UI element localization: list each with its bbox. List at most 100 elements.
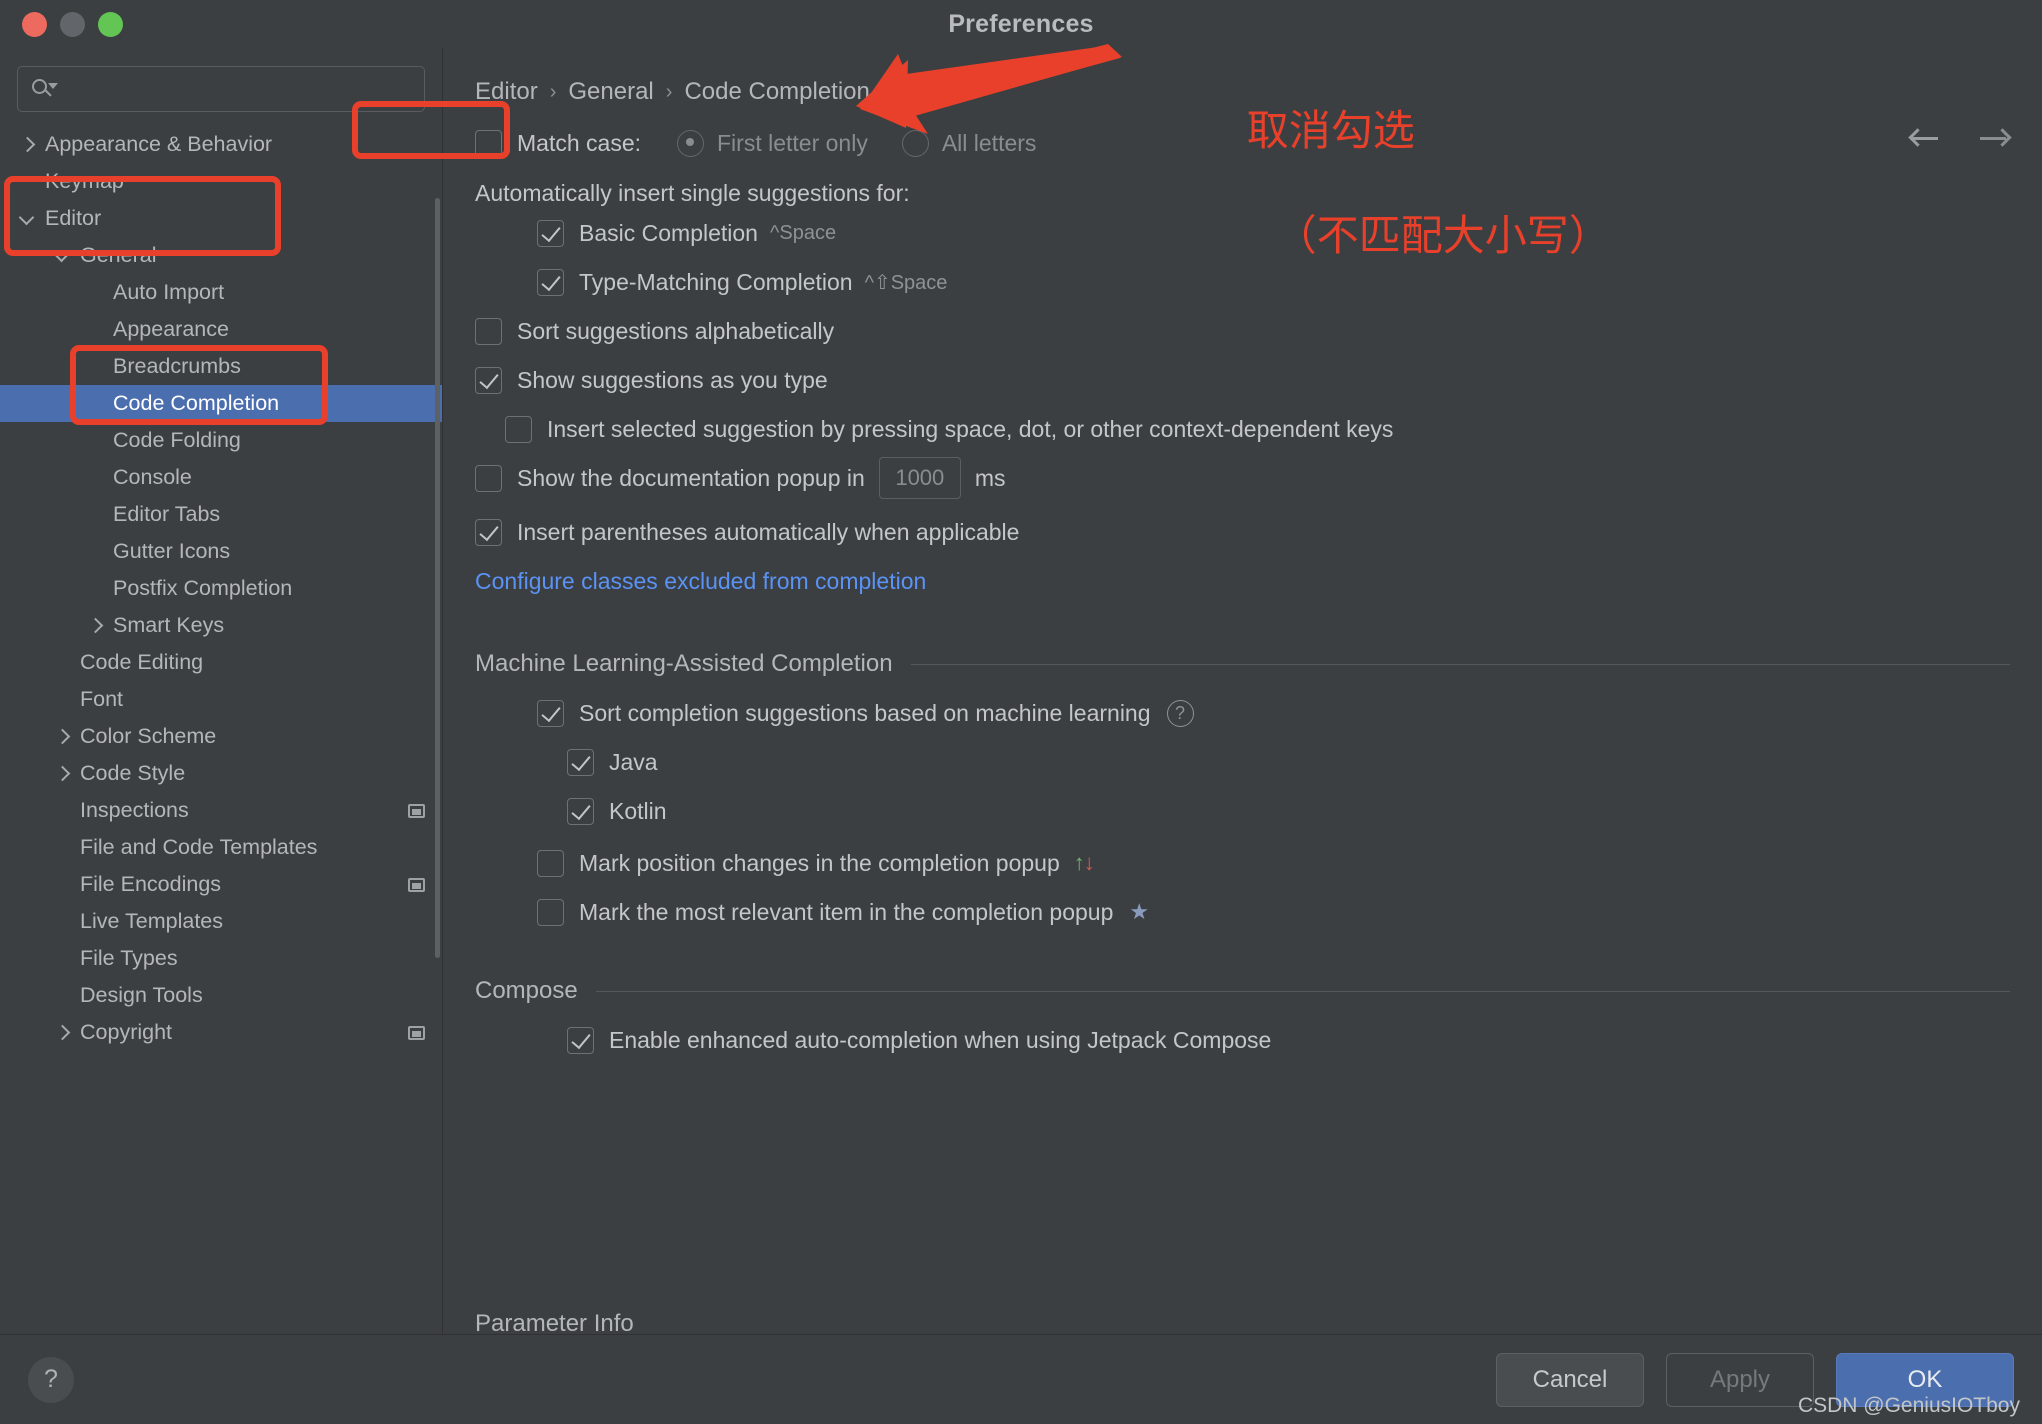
sidebar-item-console[interactable]: Console [0,459,442,496]
sidebar-item-label: Live Templates [80,909,224,933]
compose-section-title: Compose [475,977,578,1004]
search-icon [30,76,58,102]
doc-popup-checkbox[interactable] [475,464,502,492]
sidebar-item-editor[interactable]: Editor [0,200,442,237]
chevron-right-icon[interactable] [52,1022,74,1044]
sidebar-item-breadcrumbs[interactable]: Breadcrumbs [0,348,442,385]
sidebar-scrollbar[interactable] [435,198,440,958]
sidebar-item-code-completion[interactable]: Code Completion [0,385,442,422]
sidebar-item-keymap[interactable]: Keymap [0,163,442,200]
dialog-footer: ? Cancel Apply OK CSDN @GeniusIOTboy [0,1334,2042,1424]
sidebar-item-label: Appearance & Behavior [45,132,273,156]
insert-selected-checkbox[interactable] [505,415,532,443]
auto-insert-header-row: Automatically insert single suggestions … [475,174,2010,212]
sidebar-item-design-tools[interactable]: Design Tools [0,977,442,1014]
sidebar-item-label: Design Tools [80,983,203,1007]
sidebar-item-copyright[interactable]: Copyright [0,1014,442,1051]
sidebar-item-color-scheme[interactable]: Color Scheme [0,718,442,755]
chevron-right-icon[interactable] [52,726,74,748]
settings-content: Match case: First letter only All letter… [443,122,2042,1061]
mark-relevant-label: Mark the most relevant item in the compl… [579,898,1114,925]
sidebar-item-label: Auto Import [113,280,225,304]
type-matching-completion-label: Type-Matching Completion [579,268,853,295]
ml-section-title: Machine Learning-Assisted Completion [475,650,893,677]
sidebar-item-postfix-completion[interactable]: Postfix Completion [0,570,442,607]
sidebar-item-label: File Encodings [80,872,222,896]
all-letters-radio[interactable] [901,129,929,157]
mark-position-label: Mark position changes in the completion … [579,849,1060,876]
sidebar-item-label: Smart Keys [113,613,225,637]
show-suggestions-checkbox[interactable] [475,366,502,394]
search-wrapper [0,48,442,112]
insert-parens-checkbox[interactable] [475,518,502,546]
compose-enable-checkbox[interactable] [567,1026,594,1054]
breadcrumb-item-general[interactable]: General [568,78,653,106]
cancel-button[interactable]: Cancel [1496,1352,1644,1407]
mark-position-row: Mark position changes in the completion … [537,842,2010,884]
sort-alphabetically-checkbox[interactable] [475,317,502,345]
sidebar-item-font[interactable]: Font [0,681,442,718]
sidebar-item-gutter-icons[interactable]: Gutter Icons [0,533,442,570]
sidebar-item-auto-import[interactable]: Auto Import [0,274,442,311]
sidebar-item-file-and-code-templates[interactable]: File and Code Templates [0,829,442,866]
sidebar-item-code-folding[interactable]: Code Folding [0,422,442,459]
sidebar-item-appearance-behavior[interactable]: Appearance & Behavior [0,126,442,163]
sidebar-item-smart-keys[interactable]: Smart Keys [0,607,442,644]
breadcrumb-item-code-completion: Code Completion [684,78,870,105]
sidebar-item-live-templates[interactable]: Live Templates [0,903,442,940]
sidebar-item-inspections[interactable]: Inspections [0,792,442,829]
configure-excluded-link[interactable]: Configure classes excluded from completi… [475,568,926,595]
sort-alphabetically-label: Sort suggestions alphabetically [517,317,835,344]
sidebar-item-label: File and Code Templates [80,835,318,859]
match-case-checkbox[interactable] [475,129,502,157]
back-arrow-icon[interactable] [1908,126,1944,152]
sidebar-item-label: File Types [80,946,178,970]
auto-insert-header: Automatically insert single suggestions … [475,179,910,206]
sidebar-item-label: Code Style [80,761,186,785]
search-input[interactable] [62,78,412,100]
forward-arrow-icon[interactable] [1976,126,2012,152]
sidebar-item-label: Editor Tabs [113,502,221,526]
sidebar-item-file-encodings[interactable]: File Encodings [0,866,442,903]
configure-excluded-row: Configure classes excluded from completi… [475,560,2010,602]
sidebar-item-general[interactable]: General [0,237,442,274]
sidebar-item-code-editing[interactable]: Code Editing [0,644,442,681]
basic-completion-checkbox[interactable] [537,219,564,247]
breadcrumb-item-editor[interactable]: Editor [475,78,538,106]
chevron-right-icon[interactable] [17,134,39,156]
ml-section-divider [910,663,2010,665]
ml-kotlin-checkbox[interactable] [567,797,594,825]
sidebar-item-editor-tabs[interactable]: Editor Tabs [0,496,442,533]
settings-main-panel: Editor › General › Code Completion Match [443,48,2042,1334]
ml-java-checkbox[interactable] [567,748,594,776]
help-icon[interactable]: ? [1166,699,1194,727]
search-box[interactable] [17,66,425,112]
sidebar-item-label: Editor [45,206,102,230]
help-button[interactable]: ? [28,1356,74,1403]
apply-button[interactable]: Apply [1666,1352,1814,1407]
parameter-info-section-title: Parameter Info [475,1310,634,1334]
type-matching-completion-checkbox[interactable] [537,268,564,296]
ml-kotlin-label: Kotlin [609,797,667,824]
mark-relevant-checkbox[interactable] [537,898,564,926]
insert-selected-label: Insert selected suggestion by pressing s… [547,415,1394,442]
settings-tree: Appearance & Behavior Keymap Editor General… [0,126,442,1051]
chevron-down-icon[interactable] [17,208,39,230]
compose-section-header: Compose [475,977,2010,1005]
sidebar-item-appearance[interactable]: Appearance [0,311,442,348]
doc-popup-delay-input[interactable]: 1000 [878,457,961,499]
sidebar-item-file-types[interactable]: File Types [0,940,442,977]
chevron-right-icon[interactable] [85,615,107,637]
sort-ml-checkbox[interactable] [537,699,564,727]
chevron-down-icon[interactable] [52,245,74,267]
first-letter-only-radio[interactable] [677,129,704,157]
show-suggestions-row: Show suggestions as you type [475,359,2010,401]
sidebar-item-code-style[interactable]: Code Style [0,755,442,792]
mark-position-checkbox[interactable] [537,849,564,877]
chevron-right-icon[interactable] [52,763,74,785]
all-letters-label: All letters [941,129,1037,156]
